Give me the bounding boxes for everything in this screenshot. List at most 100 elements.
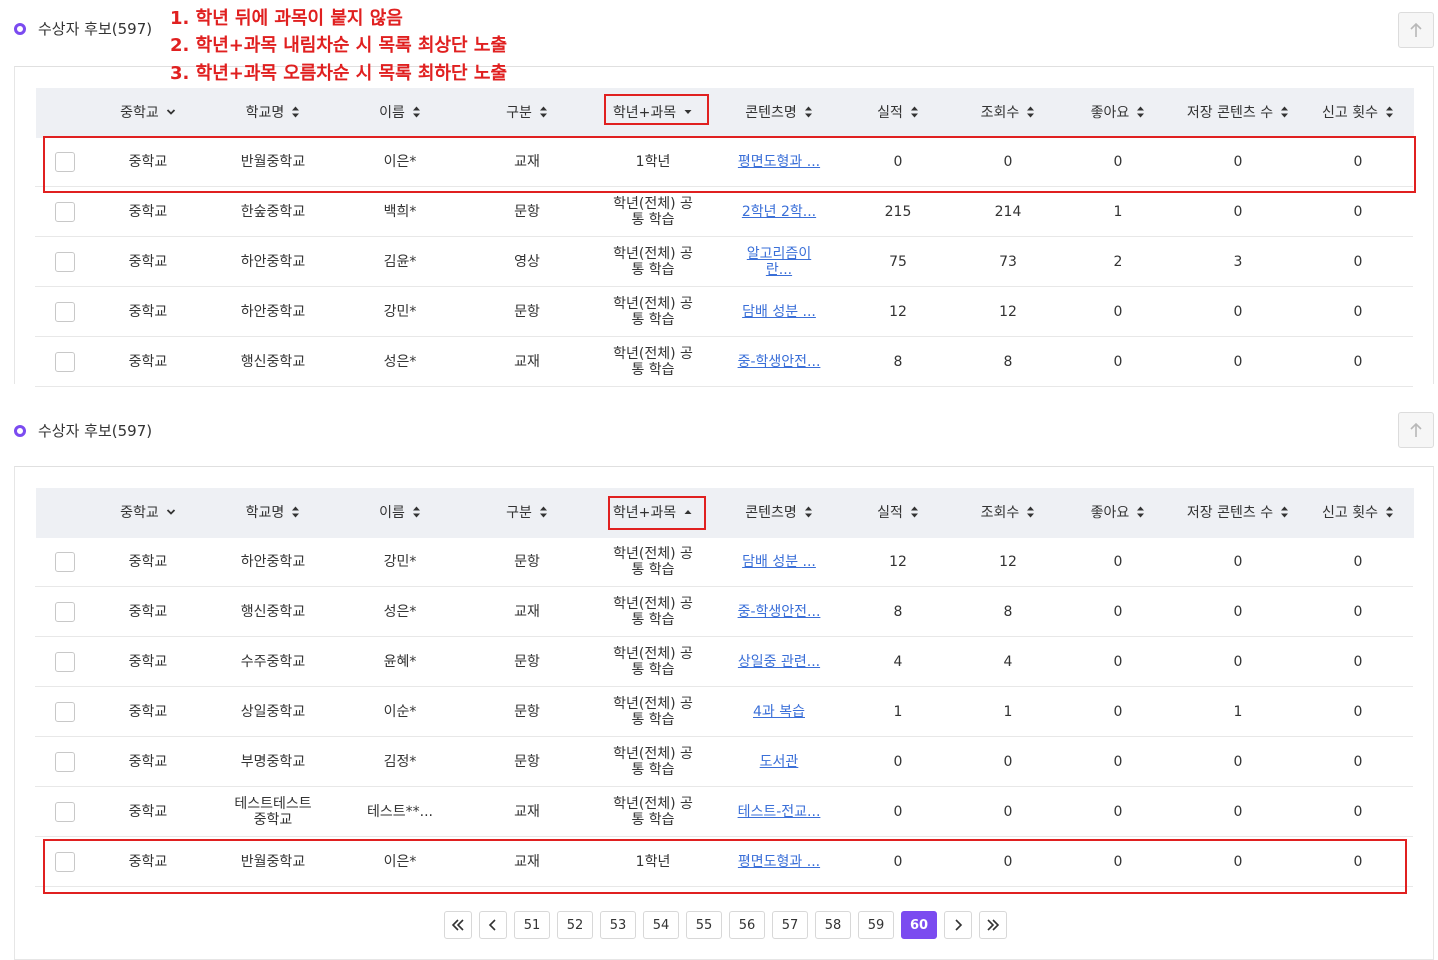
page-button[interactable]: 56	[729, 911, 765, 939]
cell-reports: 0	[1308, 537, 1408, 587]
row-checkbox[interactable]	[55, 302, 75, 322]
cell-reports: 0	[1308, 187, 1408, 237]
column-header[interactable]: 신고 횟수	[1278, 487, 1438, 537]
sort-icon	[1137, 106, 1145, 118]
cell-reports: 0	[1308, 587, 1408, 637]
row-checkbox[interactable]	[55, 752, 75, 772]
column-header-label: 이름	[379, 505, 405, 521]
cell-text: 학년(전체) 공통 학습	[613, 696, 693, 728]
row-checkbox[interactable]	[55, 702, 75, 722]
cell-type: 영상	[477, 237, 577, 287]
cell-text: 성은*	[383, 354, 417, 370]
cell-text: 215	[884, 204, 912, 220]
column-header-label: 좋아요	[1090, 105, 1130, 121]
cell-likes: 0	[1073, 287, 1163, 337]
cell-text: 하안중학교	[240, 254, 306, 270]
cell-likes: 2	[1073, 237, 1163, 287]
cell-text: 0	[1353, 704, 1363, 720]
row-checkbox[interactable]	[55, 552, 75, 572]
cell-text: 0	[1353, 554, 1363, 570]
row-checkbox[interactable]	[55, 802, 75, 822]
cell-school: 하안중학교	[213, 237, 333, 287]
cell-text: 중학교	[128, 254, 168, 270]
page-button[interactable]: 53	[600, 911, 636, 939]
page-button[interactable]: 60	[901, 911, 937, 939]
row-checkbox[interactable]	[55, 352, 75, 372]
cell-likes: 1	[1073, 187, 1163, 237]
column-header-label: 신고 횟수	[1322, 105, 1378, 121]
cell-text: 0	[1233, 554, 1243, 570]
cell-text: 12	[889, 304, 907, 320]
page-button[interactable]: 51	[514, 911, 550, 939]
cell-saved: 0	[1168, 537, 1308, 587]
page-numbers: 51 52 53 54 55 56 57 58 59 60	[514, 911, 937, 939]
content-link[interactable]: 테스트-전교...	[738, 804, 821, 820]
annotation-1: 1. 학년 뒤에 과목이 붙지 않음	[170, 8, 403, 29]
page-button[interactable]: 58	[815, 911, 851, 939]
column-header-label: 조회수	[980, 105, 1020, 121]
cell-views: 0	[963, 787, 1053, 837]
cell-text: 0	[1353, 804, 1363, 820]
content-link[interactable]: 2학년 2학...	[742, 204, 816, 220]
content-link[interactable]: 중-학생안전...	[738, 354, 821, 370]
content-link[interactable]: 상일중 관련...	[738, 654, 820, 670]
cell-grade: 학년(전체) 공통 학습	[593, 687, 713, 737]
cell-text: 0	[1353, 654, 1363, 670]
cell-text: 문항	[514, 304, 540, 320]
cell-reports: 0	[1308, 637, 1408, 687]
row-checkbox[interactable]	[55, 202, 75, 222]
chevron-right-icon	[955, 919, 963, 931]
cell-text: 0	[893, 804, 903, 820]
scroll-top-button[interactable]	[1398, 412, 1434, 448]
row-checkbox[interactable]	[55, 602, 75, 622]
page-button[interactable]: 57	[772, 911, 808, 939]
last-page-button[interactable]	[979, 911, 1007, 939]
next-page-button[interactable]	[944, 911, 972, 939]
cell-name: 이순*	[345, 687, 455, 737]
sort-icon	[910, 506, 918, 518]
annotation-3: 3. 학년+과목 오름차순 시 목록 최하단 노출	[170, 63, 508, 84]
content-link[interactable]: 담배 성분 ...	[742, 304, 816, 320]
bullet-icon	[14, 424, 26, 437]
cell-text: 윤혜*	[383, 654, 417, 670]
content-link[interactable]: 담배 성분 ...	[742, 554, 816, 570]
cell-likes: 0	[1073, 337, 1163, 387]
cell-text: 0	[1233, 354, 1243, 370]
cell-perf: 8	[858, 587, 938, 637]
cell-text: 문항	[514, 704, 540, 720]
row-checkbox[interactable]	[55, 652, 75, 672]
cell-reports: 0	[1308, 287, 1408, 337]
cell-saved: 1	[1168, 687, 1308, 737]
cell-name: 강민*	[345, 287, 455, 337]
page-button[interactable]: 54	[643, 911, 679, 939]
cell-text: 1	[1233, 704, 1243, 720]
cell-text: 214	[994, 204, 1022, 220]
cell-text: 김윤*	[383, 254, 417, 270]
cell-grade: 학년(전체) 공통 학습	[593, 587, 713, 637]
content-link[interactable]: 중-학생안전...	[738, 604, 821, 620]
column-header[interactable]: 신고 횟수	[1278, 87, 1438, 137]
cell-type: 교재	[477, 787, 577, 837]
column-header-label: 중학교	[120, 505, 159, 521]
scroll-top-button[interactable]	[1398, 12, 1434, 48]
content-link[interactable]: 4과 복습	[753, 704, 805, 720]
cell-saved: 0	[1168, 637, 1308, 687]
cell-perf: 12	[858, 537, 938, 587]
cell-text: 4	[1003, 654, 1013, 670]
cell-text: 테스트테스트 중학교	[234, 796, 312, 828]
cell-school: 테스트테스트 중학교	[213, 787, 333, 837]
cell-type: 문항	[477, 537, 577, 587]
row-checkbox[interactable]	[55, 252, 75, 272]
page-button[interactable]: 52	[557, 911, 593, 939]
section-header: 수상자 후보(597)	[14, 18, 152, 39]
page-button[interactable]: 59	[858, 911, 894, 939]
content-link[interactable]: 도서관	[760, 754, 799, 770]
first-page-button[interactable]	[444, 911, 472, 939]
cell-text: 중학교	[128, 704, 168, 720]
cell-text: 0	[1233, 304, 1243, 320]
row-checkbox-cell	[45, 737, 85, 787]
prev-page-button[interactable]	[479, 911, 507, 939]
content-link[interactable]: 알고리즘이 란...	[739, 246, 819, 278]
page-button[interactable]: 55	[686, 911, 722, 939]
section-title: 수상자 후보(597)	[38, 20, 153, 38]
